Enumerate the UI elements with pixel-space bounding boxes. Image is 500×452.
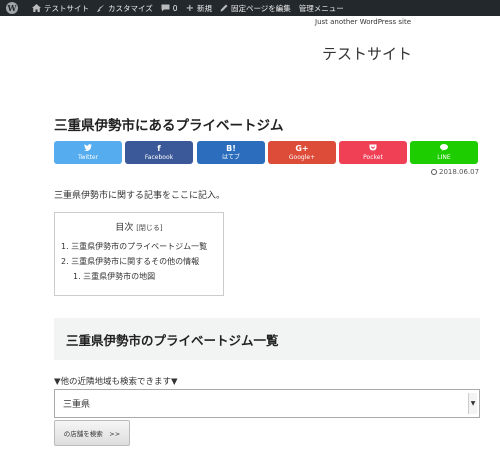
post-date-value: 2018.06.07 [439, 168, 480, 176]
admin-bar-new[interactable]: + 新規 [182, 0, 216, 16]
share-button-label: Twitter [77, 154, 99, 161]
admin-bar-manage-menu[interactable]: 管理メニュー [295, 0, 348, 16]
share-button-facebook[interactable]: f Facebook [125, 141, 193, 164]
store-search-button[interactable]: の店舗を検索 >> [54, 420, 130, 446]
admin-bar-comments[interactable]: 0 [157, 0, 182, 16]
chevron-down-icon: ▼ [468, 393, 477, 414]
site-tagline: Just another WordPress site [315, 18, 412, 26]
share-button-pocket[interactable]: Pocket [339, 141, 407, 164]
wordpress-logo-icon: W [6, 2, 18, 14]
admin-bar-edit-page[interactable]: 固定ページを編集 [216, 0, 295, 16]
plus-icon: + [185, 2, 194, 14]
section-heading: 三重県伊勢市のプライベートジム一覧 [54, 318, 480, 360]
share-button-googleplus[interactable]: G+ Google+ [268, 141, 336, 164]
pocket-icon [339, 144, 407, 153]
hatena-icon: B! [226, 144, 236, 153]
share-button-label: Pocket [363, 154, 383, 161]
share-button-label: Google+ [288, 154, 316, 161]
share-button-label: はてブ [221, 154, 240, 161]
admin-bar-customize-label: カスタマイズ [108, 3, 153, 13]
googleplus-icon: G+ [295, 144, 309, 153]
table-of-contents: 目次 [閉じる] 1. 三重県伊勢市のプライベートジム一覧 2. 三重県伊勢市に… [54, 212, 224, 296]
clock-icon [431, 169, 437, 175]
wordpress-menu[interactable]: W [0, 0, 28, 16]
post-intro: 三重県伊勢市に関する記事をここに記入。 [54, 191, 226, 201]
toc-item[interactable]: 1. 三重県伊勢市のプライベートジム一覧 [61, 239, 223, 254]
facebook-icon: f [157, 144, 161, 153]
admin-bar-site-name[interactable]: テストサイト [28, 0, 93, 16]
toc-toggle[interactable]: [閉じる] [136, 224, 162, 232]
toc-subitem[interactable]: 1. 三重県伊勢市の地図 [61, 269, 223, 284]
toc-header: 目次 [閉じる] [61, 220, 223, 233]
admin-bar-site-name-label: テストサイト [44, 3, 89, 13]
prefecture-select-value: 三重県 [63, 400, 91, 410]
toc-title: 目次 [115, 223, 134, 233]
twitter-icon [54, 144, 122, 153]
pencil-icon [220, 4, 228, 12]
admin-bar-manage-menu-label: 管理メニュー [298, 3, 344, 13]
line-icon [410, 144, 478, 153]
share-button-label: Facebook [144, 154, 174, 161]
prefecture-select[interactable]: 三重県 ▼ [54, 389, 480, 418]
comment-icon [161, 4, 170, 12]
post-date: 2018.06.07 [431, 168, 479, 176]
admin-bar: W テストサイト カスタマイズ 0 + 新規 固定ページを編集 管理メニュー [0, 0, 500, 16]
admin-bar-edit-page-label: 固定ページを編集 [230, 3, 291, 13]
home-icon [32, 4, 41, 12]
share-button-line[interactable]: LINE [410, 141, 478, 164]
admin-bar-new-label: 新規 [196, 3, 212, 13]
post-title: 三重県伊勢市にあるプライベートジム [54, 118, 284, 134]
brush-icon [97, 4, 105, 12]
area-search-note: ▼他の近隣地域も検索できます▼ [54, 377, 178, 387]
admin-bar-customize[interactable]: カスタマイズ [93, 0, 157, 16]
share-button-hatena[interactable]: B! はてブ [197, 141, 265, 164]
share-button-twitter[interactable]: Twitter [54, 141, 122, 164]
site-title[interactable]: テストサイト [322, 43, 412, 64]
admin-bar-comments-count: 0 [172, 3, 178, 13]
share-button-label: LINE [437, 154, 451, 161]
toc-item[interactable]: 2. 三重県伊勢市に関するその他の情報 [61, 254, 223, 269]
